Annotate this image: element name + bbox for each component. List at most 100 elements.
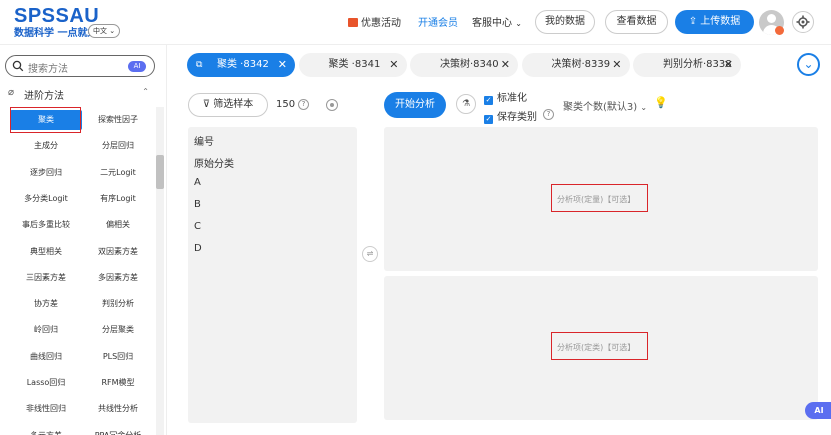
language-label: 中文 xyxy=(93,27,107,35)
promo-label: 优惠活动 xyxy=(361,18,401,29)
analysis-tab[interactable]: 判别分析·8338 ✕ xyxy=(633,53,741,77)
ai-search-badge[interactable]: AI xyxy=(128,61,146,72)
highlight-box xyxy=(10,107,81,133)
method-search-input[interactable]: 搜索方法 AI xyxy=(5,55,155,77)
upload-icon: ⇪ xyxy=(688,16,698,27)
save-class-checkbox[interactable]: ✓ 保存类别 xyxy=(484,108,537,124)
analysis-tab[interactable]: 决策树·8340 ✕ xyxy=(410,53,518,77)
method-item[interactable]: 曲线回归 xyxy=(10,347,82,367)
sidebar-scroll-thumb[interactable] xyxy=(156,155,164,189)
service-menu[interactable]: 客服中心 ⌄ xyxy=(472,14,522,29)
method-item[interactable]: PPA冗余分析 xyxy=(82,426,154,435)
method-item[interactable]: 岭回归 xyxy=(10,320,82,340)
method-sidebar: 搜索方法 AI ⌀ 进阶方法 ⌃ 聚类 探索性因子 主成分 分层回归 逐步回归 二元Log… xyxy=(0,45,167,435)
close-icon[interactable]: ✕ xyxy=(612,53,621,77)
method-item[interactable]: 二元Logit xyxy=(82,163,154,183)
close-icon[interactable]: ✕ xyxy=(278,53,287,77)
tab-label: 决策树·8340 xyxy=(440,59,499,70)
variable-item[interactable]: B xyxy=(194,199,201,210)
analysis-tab[interactable]: 决策树·8339 ✕ xyxy=(521,53,630,77)
method-item[interactable]: 分层聚类 xyxy=(82,320,154,340)
search-icon xyxy=(12,60,24,72)
method-item[interactable]: 有序Logit xyxy=(82,189,154,209)
chevron-down-icon: ⌄ xyxy=(109,27,116,35)
upload-label: 上传数据 xyxy=(700,16,741,27)
start-analysis-button[interactable]: 开始分析 xyxy=(384,92,446,118)
method-item[interactable]: 多因素方差 xyxy=(82,268,154,288)
tab-label: 聚类 ·8342 xyxy=(217,59,269,70)
highlight-box xyxy=(551,184,648,212)
tab-label: 聚类 ·8341 xyxy=(328,59,381,70)
method-item[interactable]: 判别分析 xyxy=(82,294,154,314)
method-item[interactable]: 事后多重比较 xyxy=(10,215,82,235)
paperclip-icon: ⌀ xyxy=(8,87,15,98)
method-item[interactable]: RFM模型 xyxy=(82,373,154,393)
flask-icon[interactable]: ⚗ xyxy=(456,94,476,114)
standardize-checkbox[interactable]: ✓ 标准化 xyxy=(484,89,527,105)
highlight-box xyxy=(551,332,648,360)
filter-label: 筛选样本 xyxy=(213,99,254,110)
language-select[interactable]: 中文 ⌄ xyxy=(88,24,121,38)
variable-item[interactable]: A xyxy=(194,177,201,188)
variable-list: 编号原始分类 A B C D xyxy=(188,127,357,423)
vip-badge-icon xyxy=(775,26,784,35)
analysis-tab[interactable]: 聚类 ·8341 ✕ xyxy=(298,53,407,77)
gear-icon[interactable] xyxy=(792,11,814,33)
chevron-down-icon: ⌄ xyxy=(640,103,648,112)
help-icon[interactable]: ? xyxy=(298,99,309,110)
promo-link[interactable]: 优惠活动 xyxy=(348,14,401,29)
method-item[interactable]: 协方差 xyxy=(10,294,82,314)
method-item[interactable]: 三因素方差 xyxy=(10,268,82,288)
cluster-count-select[interactable]: 聚类个数(默认3) ⌄ xyxy=(563,98,647,113)
tabs-dropdown-icon[interactable]: ⌄ xyxy=(797,53,820,76)
analysis-tab[interactable]: ⧉ 聚类 ·8342 ✕ xyxy=(187,53,295,77)
method-item[interactable]: 双因素方差 xyxy=(82,242,154,262)
close-icon[interactable]: ✕ xyxy=(389,53,398,77)
chevron-up-icon: ⌃ xyxy=(142,87,149,96)
method-item[interactable]: 逐步回归 xyxy=(10,163,82,183)
brand-name: SPSSAU xyxy=(14,5,100,27)
method-item[interactable]: 共线性分析 xyxy=(82,399,154,419)
close-icon[interactable]: ✕ xyxy=(724,53,733,77)
ai-assistant-button[interactable]: AI xyxy=(805,402,831,419)
method-item[interactable]: 主成分 xyxy=(10,136,82,156)
variable-item[interactable]: D xyxy=(194,243,202,254)
swap-icon[interactable]: ⇌ xyxy=(362,246,378,262)
method-item[interactable]: 多分类Logit xyxy=(10,189,82,209)
tab-label: 判别分析·8338 xyxy=(663,59,732,70)
filter-icon: ⊽ xyxy=(202,99,211,110)
standardize-label: 标准化 xyxy=(497,93,527,104)
sample-count: 150 xyxy=(276,99,296,110)
method-item[interactable]: Lasso回归 xyxy=(10,373,82,393)
gift-icon xyxy=(348,18,358,27)
variable-item[interactable]: 编号 xyxy=(194,133,214,148)
my-data-button[interactable]: 我的数据 xyxy=(535,10,595,34)
lightbulb-icon[interactable]: 💡 xyxy=(654,96,668,109)
help-icon[interactable]: ? xyxy=(543,109,554,120)
upload-data-button[interactable]: ⇪ 上传数据 xyxy=(675,10,754,34)
section-advanced-methods[interactable]: ⌀ 进阶方法 ⌃ xyxy=(8,87,153,102)
method-item[interactable]: 探索性因子 xyxy=(82,110,154,130)
method-item[interactable]: PLS回归 xyxy=(82,347,154,367)
section-title: 进阶方法 xyxy=(24,91,64,102)
variable-item[interactable]: 原始分类 xyxy=(194,155,234,170)
check-icon: ✓ xyxy=(484,115,493,124)
method-item[interactable]: 典型相关 xyxy=(10,242,82,262)
chevron-down-icon: ⌄ xyxy=(515,19,522,28)
method-item[interactable]: 非线性回归 xyxy=(10,399,82,419)
top-bar: SPSSAU 数据科学 一点就好 中文 ⌄ 优惠活动 开通会员 客服中心 ⌄ 我… xyxy=(0,0,831,45)
method-item[interactable]: 分层回归 xyxy=(82,136,154,156)
vip-link[interactable]: 开通会员 xyxy=(418,14,458,29)
brand-slogan: 数据科学 一点就好 xyxy=(14,28,98,39)
save-class-label: 保存类别 xyxy=(497,112,537,123)
method-item[interactable]: 偏相关 xyxy=(82,215,154,235)
method-item[interactable]: 多元方差 xyxy=(10,426,82,435)
logo[interactable]: SPSSAU 数据科学 一点就好 xyxy=(14,6,99,40)
search-placeholder: 搜索方法 xyxy=(28,64,68,75)
filter-samples-button[interactable]: ⊽ 筛选样本 xyxy=(188,93,268,117)
close-icon[interactable]: ✕ xyxy=(501,53,510,77)
edit-icon: ⧉ xyxy=(196,60,203,70)
view-data-button[interactable]: 查看数据 xyxy=(605,10,668,34)
target-icon[interactable] xyxy=(326,99,338,111)
variable-item[interactable]: C xyxy=(194,221,201,232)
